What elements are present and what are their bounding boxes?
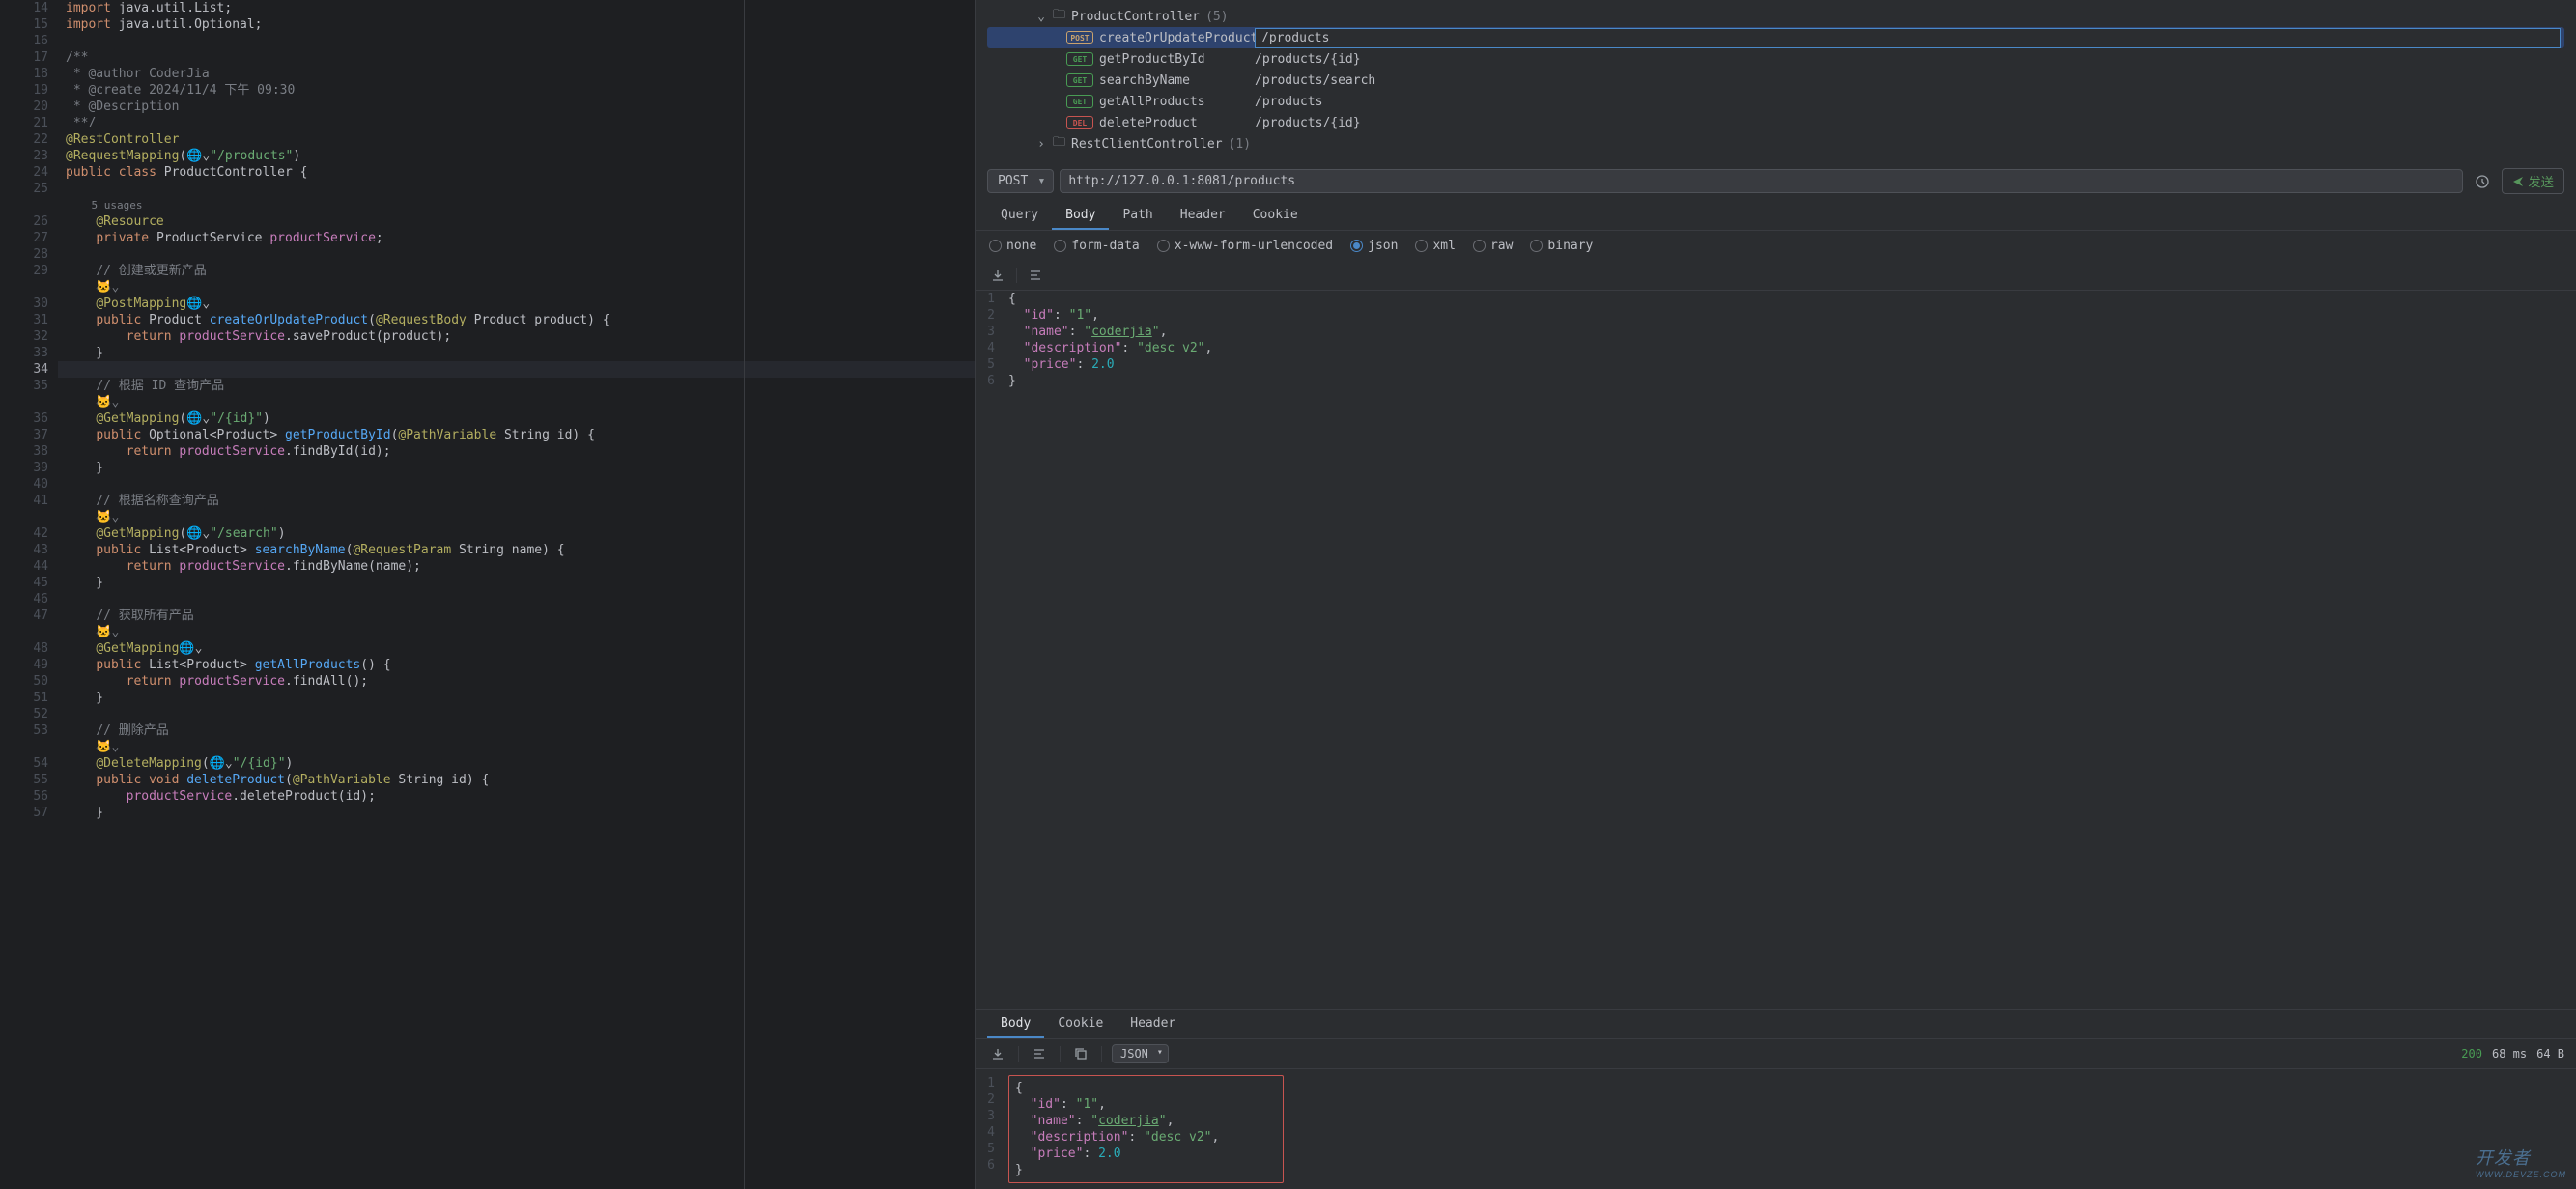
radio-none[interactable]: none — [989, 239, 1036, 253]
endpoint-row[interactable]: GET getProductById/products/{id} — [987, 48, 2564, 70]
http-method-badge: DEL — [1066, 116, 1093, 129]
radio-x-www-form-urlencoded[interactable]: x-www-form-urlencoded — [1157, 239, 1333, 253]
tab-path[interactable]: Path — [1109, 202, 1166, 230]
radio-label: binary — [1547, 239, 1593, 253]
radio-label: xml — [1432, 239, 1455, 253]
http-method-badge: GET — [1066, 52, 1093, 66]
endpoint-name: searchByName — [1099, 73, 1249, 88]
radio-label: form-data — [1071, 239, 1139, 253]
format-value: JSON — [1120, 1047, 1148, 1061]
request-body-editor[interactable]: 123456 { "id": "1", "name": "coderjia", … — [976, 291, 2576, 1009]
url-input[interactable] — [1060, 169, 2463, 193]
endpoint-name: getProductById — [1099, 52, 1249, 67]
endpoint-count: (1) — [1229, 137, 1251, 152]
endpoint-name: deleteProduct — [1099, 116, 1249, 130]
request-tabs: QueryBodyPathHeaderCookie — [976, 202, 2576, 231]
send-button[interactable]: 发送 — [2502, 168, 2564, 194]
radio-icon — [1157, 240, 1170, 252]
chevron-down-icon: ⌄ — [1035, 10, 1047, 24]
import-icon[interactable] — [987, 265, 1008, 286]
toolbar-separator — [1060, 1046, 1061, 1062]
tab-body[interactable]: Body — [987, 1010, 1044, 1038]
watermark: 开发者 WWW.DEVZE.COM — [2476, 1145, 2566, 1179]
http-client-panel: ⌄ 🗀 ProductController (5) POST createOrUp… — [976, 0, 2576, 1189]
radio-label: json — [1368, 239, 1398, 253]
tab-body[interactable]: Body — [1052, 202, 1109, 230]
editor-ruler — [744, 0, 745, 1189]
radio-icon — [1473, 240, 1486, 252]
endpoint-path: /products/{id} — [1255, 52, 1361, 67]
endpoint-row[interactable]: DEL deleteProduct/products/{id} — [987, 112, 2564, 133]
send-label: 发送 — [2528, 172, 2554, 190]
response-size: 64 B — [2536, 1047, 2564, 1061]
copy-icon[interactable] — [1070, 1043, 1091, 1064]
tree-node-product-controller[interactable]: ⌄ 🗀 ProductController (5) — [987, 6, 2564, 27]
radio-label: x-www-form-urlencoded — [1175, 239, 1333, 253]
status-code: 200 — [2461, 1047, 2482, 1061]
folder-icon: 🗀 — [1053, 6, 1065, 27]
tab-cookie[interactable]: Cookie — [1044, 1010, 1117, 1038]
format-icon[interactable] — [1029, 1043, 1050, 1064]
http-method-badge: POST — [1066, 31, 1093, 44]
response-section: BodyCookieHeader JSON 200 68 ms 64 B — [976, 1009, 2576, 1189]
request-bar: POST 发送 — [976, 160, 2576, 202]
controller-name: RestClientController — [1071, 137, 1223, 152]
request-body-toolbar — [976, 261, 2576, 291]
radio-icon — [1530, 240, 1543, 252]
code-area[interactable]: import java.util.List;import java.util.O… — [58, 0, 975, 1189]
radio-icon — [989, 240, 1002, 252]
code-editor-panel: 1415161718192021222324252627282930313233… — [0, 0, 976, 1189]
response-status-info: 200 68 ms 64 B — [2461, 1047, 2564, 1061]
radio-icon — [1350, 240, 1363, 252]
body-type-radio-group: none form-data x-www-form-urlencoded json xm… — [976, 231, 2576, 261]
response-format-select[interactable]: JSON — [1112, 1044, 1169, 1063]
toolbar-separator — [1101, 1046, 1102, 1062]
response-body-editor[interactable]: 123456 { "id": "1", "name": "coderjia", … — [976, 1069, 2576, 1189]
radio-form-data[interactable]: form-data — [1054, 239, 1139, 253]
folder-icon: 🗀 — [1053, 133, 1065, 155]
endpoint-path-input[interactable] — [1255, 28, 2561, 48]
endpoint-path: /products/{id} — [1255, 116, 1361, 130]
endpoint-row[interactable]: POST createOrUpdateProduct — [987, 27, 2564, 48]
controller-name: ProductController — [1071, 10, 1200, 24]
import-icon[interactable] — [987, 1043, 1008, 1064]
http-method-badge: GET — [1066, 95, 1093, 108]
radio-raw[interactable]: raw — [1473, 239, 1513, 253]
method-value: POST — [998, 174, 1028, 188]
radio-label: none — [1006, 239, 1036, 253]
response-tabs: BodyCookieHeader — [976, 1010, 2576, 1039]
endpoints-tree: ⌄ 🗀 ProductController (5) POST createOrUp… — [976, 0, 2576, 160]
radio-binary[interactable]: binary — [1530, 239, 1593, 253]
tab-header[interactable]: Header — [1117, 1010, 1189, 1038]
tab-header[interactable]: Header — [1167, 202, 1239, 230]
endpoint-name: createOrUpdateProduct — [1099, 31, 1249, 45]
radio-xml[interactable]: xml — [1415, 239, 1455, 253]
toolbar-separator — [1016, 268, 1017, 283]
radio-json[interactable]: json — [1350, 239, 1398, 253]
endpoint-path: /products — [1255, 95, 1322, 109]
tree-node-rest-client-controller[interactable]: › 🗀 RestClientController (1) — [987, 133, 2564, 155]
radio-icon — [1415, 240, 1428, 252]
tab-cookie[interactable]: Cookie — [1239, 202, 1312, 230]
http-method-select[interactable]: POST — [987, 169, 1054, 193]
http-method-badge: GET — [1066, 73, 1093, 87]
radio-label: raw — [1490, 239, 1513, 253]
line-number-gutter: 1415161718192021222324252627282930313233… — [0, 0, 58, 1189]
watermark-url: WWW.DEVZE.COM — [2476, 1170, 2566, 1179]
endpoint-row[interactable]: GET getAllProducts/products — [987, 91, 2564, 112]
watermark-text: 开发者 — [2476, 1148, 2531, 1168]
format-icon[interactable] — [1025, 265, 1046, 286]
endpoint-row[interactable]: GET searchByName/products/search — [987, 70, 2564, 91]
tab-query[interactable]: Query — [987, 202, 1052, 230]
endpoint-name: getAllProducts — [1099, 95, 1249, 109]
endpoint-count: (5) — [1205, 10, 1228, 24]
send-icon — [2512, 176, 2524, 187]
chevron-right-icon: › — [1035, 137, 1047, 152]
endpoint-path: /products/search — [1255, 73, 1375, 88]
toolbar-separator — [1018, 1046, 1019, 1062]
response-toolbar: JSON 200 68 ms 64 B — [976, 1039, 2576, 1069]
history-icon[interactable] — [2469, 170, 2496, 193]
response-time: 68 ms — [2492, 1047, 2527, 1061]
radio-icon — [1054, 240, 1066, 252]
